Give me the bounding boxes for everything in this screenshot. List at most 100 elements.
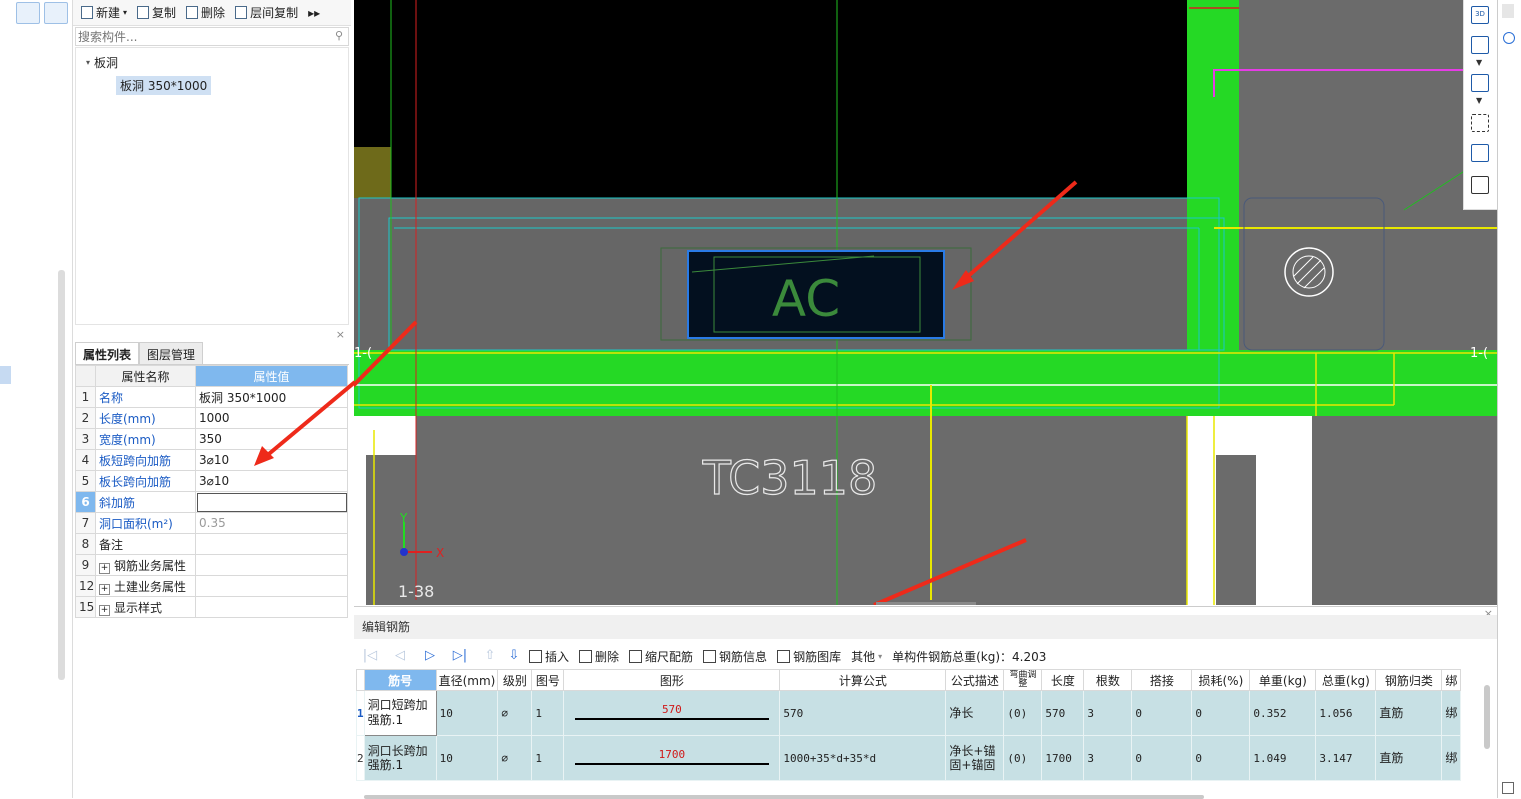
rebar-library-button[interactable]: 钢筋图库: [774, 648, 844, 665]
green-wall-vertical: [1187, 0, 1239, 350]
table-row[interactable]: 15 + 显示样式: [75, 596, 348, 618]
col-length: 长度: [1041, 669, 1085, 691]
prev-icon[interactable]: ◁: [392, 648, 408, 664]
col-loss: 损耗(%): [1191, 669, 1251, 691]
trash-icon: [579, 649, 593, 663]
next-icon[interactable]: ▷: [422, 648, 438, 664]
search-input[interactable]: [76, 28, 320, 46]
checkbox-icon[interactable]: [1502, 782, 1514, 794]
table-row[interactable]: 12 + 土建业务属性: [75, 575, 348, 597]
table-row[interactable]: 7 洞口面积(m²) 0.35: [75, 512, 348, 534]
new-icon: [81, 6, 93, 19]
delete-row-button[interactable]: 删除: [576, 648, 622, 665]
col-lap: 搭接: [1131, 669, 1193, 691]
detail-view-icon[interactable]: [44, 2, 68, 24]
rail-marker: [0, 366, 11, 384]
col-shape: 图形: [563, 669, 781, 691]
table-row[interactable]: 6 斜加筋: [75, 491, 348, 513]
insert-icon: [529, 649, 542, 663]
rebar-shape-line: [574, 717, 769, 720]
editor-title: 编辑钢筋: [354, 615, 1497, 639]
list-view-icon[interactable]: [16, 2, 40, 24]
library-icon: [777, 649, 791, 663]
right-panel-strip: [1497, 0, 1521, 798]
annotation-arrow-left: [254, 380, 357, 466]
property-panel: × 属性列表 图层管理 属性名称 属性值 1 名称 板洞 350*1000 2 …: [75, 328, 349, 630]
chevron-down-icon[interactable]: ▼: [1476, 96, 1482, 105]
col-diameter: 直径(mm): [435, 669, 499, 691]
tab-property-list[interactable]: 属性列表: [75, 342, 140, 364]
left-rail: [0, 0, 73, 798]
more-button[interactable]: ▸▸: [304, 2, 324, 24]
bar-name-cell[interactable]: 洞口长跨加强筋.1: [363, 735, 437, 781]
tab-layer-manage[interactable]: 图层管理: [139, 342, 204, 364]
fullscreen-icon[interactable]: [1471, 114, 1489, 132]
prop-value-cell[interactable]: [195, 533, 348, 555]
col-prop-name: 属性名称: [95, 365, 196, 387]
collapse-icon[interactable]: ▾: [86, 58, 90, 67]
col-category: 钢筋归类: [1375, 669, 1443, 691]
axis-label-left: 1-(: [354, 346, 372, 361]
prop-value-input[interactable]: [195, 491, 348, 513]
cube-icon[interactable]: [1471, 36, 1489, 54]
shape-cell[interactable]: 1700: [563, 735, 781, 781]
last-icon[interactable]: ▷|: [452, 648, 468, 664]
shape-cell[interactable]: 570: [563, 690, 781, 736]
expand-icon[interactable]: +: [99, 583, 110, 595]
window-label: TC3118: [702, 451, 878, 505]
green-beam: [354, 350, 1497, 416]
table-row[interactable]: 2 洞口长跨加强筋.1 10 ⌀ 1 1700 1000+35*d+35*d 净…: [356, 735, 1462, 781]
floor-copy-button[interactable]: 层间复制: [231, 2, 302, 24]
col-bind: 绑: [1441, 669, 1462, 691]
radio-icon[interactable]: [1503, 32, 1515, 44]
lower-slab: [416, 416, 1187, 605]
trash-icon: [186, 6, 199, 19]
prop-value-cell[interactable]: 3⌀10: [195, 470, 348, 492]
axis-label-right: 1-(: [1470, 346, 1488, 361]
first-icon[interactable]: |◁: [362, 648, 378, 664]
cad-viewport[interactable]: AC TC3118 1-( 1-( 1-38 Y X: [354, 0, 1497, 605]
other-menu[interactable]: 其他 ▾: [848, 648, 885, 665]
cube-solid-icon[interactable]: [1471, 74, 1489, 92]
expand-icon[interactable]: +: [99, 562, 110, 574]
col-count: 根数: [1083, 669, 1133, 691]
table-row[interactable]: 8 备注: [75, 533, 348, 555]
rebar-shape-line: [574, 762, 769, 765]
expand-icon[interactable]: +: [99, 604, 110, 616]
3d-view-icon[interactable]: 3D: [1471, 6, 1489, 24]
box-view-icon[interactable]: [1471, 144, 1489, 162]
col-fig-no: 图号: [531, 669, 565, 691]
component-search: ⚲: [75, 27, 349, 46]
scale-icon: [629, 649, 643, 663]
move-up-icon[interactable]: ⇧: [482, 648, 498, 664]
rail-scrollbar[interactable]: [58, 270, 65, 680]
rebar-table: 筋号 直径(mm) 级别 图号 图形 计算公式 公式描述 弯曲调整 长度 根数 …: [356, 669, 1462, 781]
table-row[interactable]: 5 板长跨向加筋 3⌀10: [75, 470, 348, 492]
grid-label: 1-38: [398, 582, 434, 601]
bar-name-cell[interactable]: 洞口短跨加强筋.1: [363, 690, 437, 736]
rebar-info-button[interactable]: 钢筋信息: [700, 648, 770, 665]
x-axis-label: X: [436, 546, 444, 560]
cad-drawing[interactable]: AC TC3118 1-( 1-( 1-38 Y X: [354, 0, 1497, 605]
table-row[interactable]: 1 洞口短跨加强筋.1 10 ⌀ 1 570 570 净长 (0) 570 3 …: [356, 690, 1462, 736]
search-icon[interactable]: ⚲: [335, 29, 343, 42]
col-bar-no: 筋号: [363, 669, 437, 691]
settings-list-icon[interactable]: [1471, 176, 1489, 194]
editor-horizontal-scrollbar[interactable]: [364, 795, 1204, 799]
col-unit-weight: 单重(kg): [1249, 669, 1317, 691]
new-button[interactable]: 新建 ▾: [77, 2, 131, 24]
col-formula: 计算公式: [779, 669, 947, 691]
chevron-down-icon[interactable]: ▼: [1476, 58, 1482, 67]
prop-value-cell: 0.35: [195, 512, 348, 534]
editor-vertical-scrollbar[interactable]: [1484, 685, 1490, 749]
scale-rebar-button[interactable]: 缩尺配筋: [626, 648, 696, 665]
y-axis-label: Y: [399, 511, 408, 525]
tree-group[interactable]: ▾ 板洞: [86, 54, 118, 71]
close-icon[interactable]: ×: [336, 328, 345, 341]
tree-item-opening[interactable]: 板洞 350*1000: [116, 76, 212, 95]
copy-button[interactable]: 复制: [133, 2, 180, 24]
insert-button[interactable]: 插入: [526, 648, 572, 665]
table-row[interactable]: 9 + 钢筋业务属性: [75, 554, 348, 576]
delete-button[interactable]: 删除: [182, 2, 229, 24]
move-down-icon[interactable]: ⇩: [506, 648, 522, 664]
